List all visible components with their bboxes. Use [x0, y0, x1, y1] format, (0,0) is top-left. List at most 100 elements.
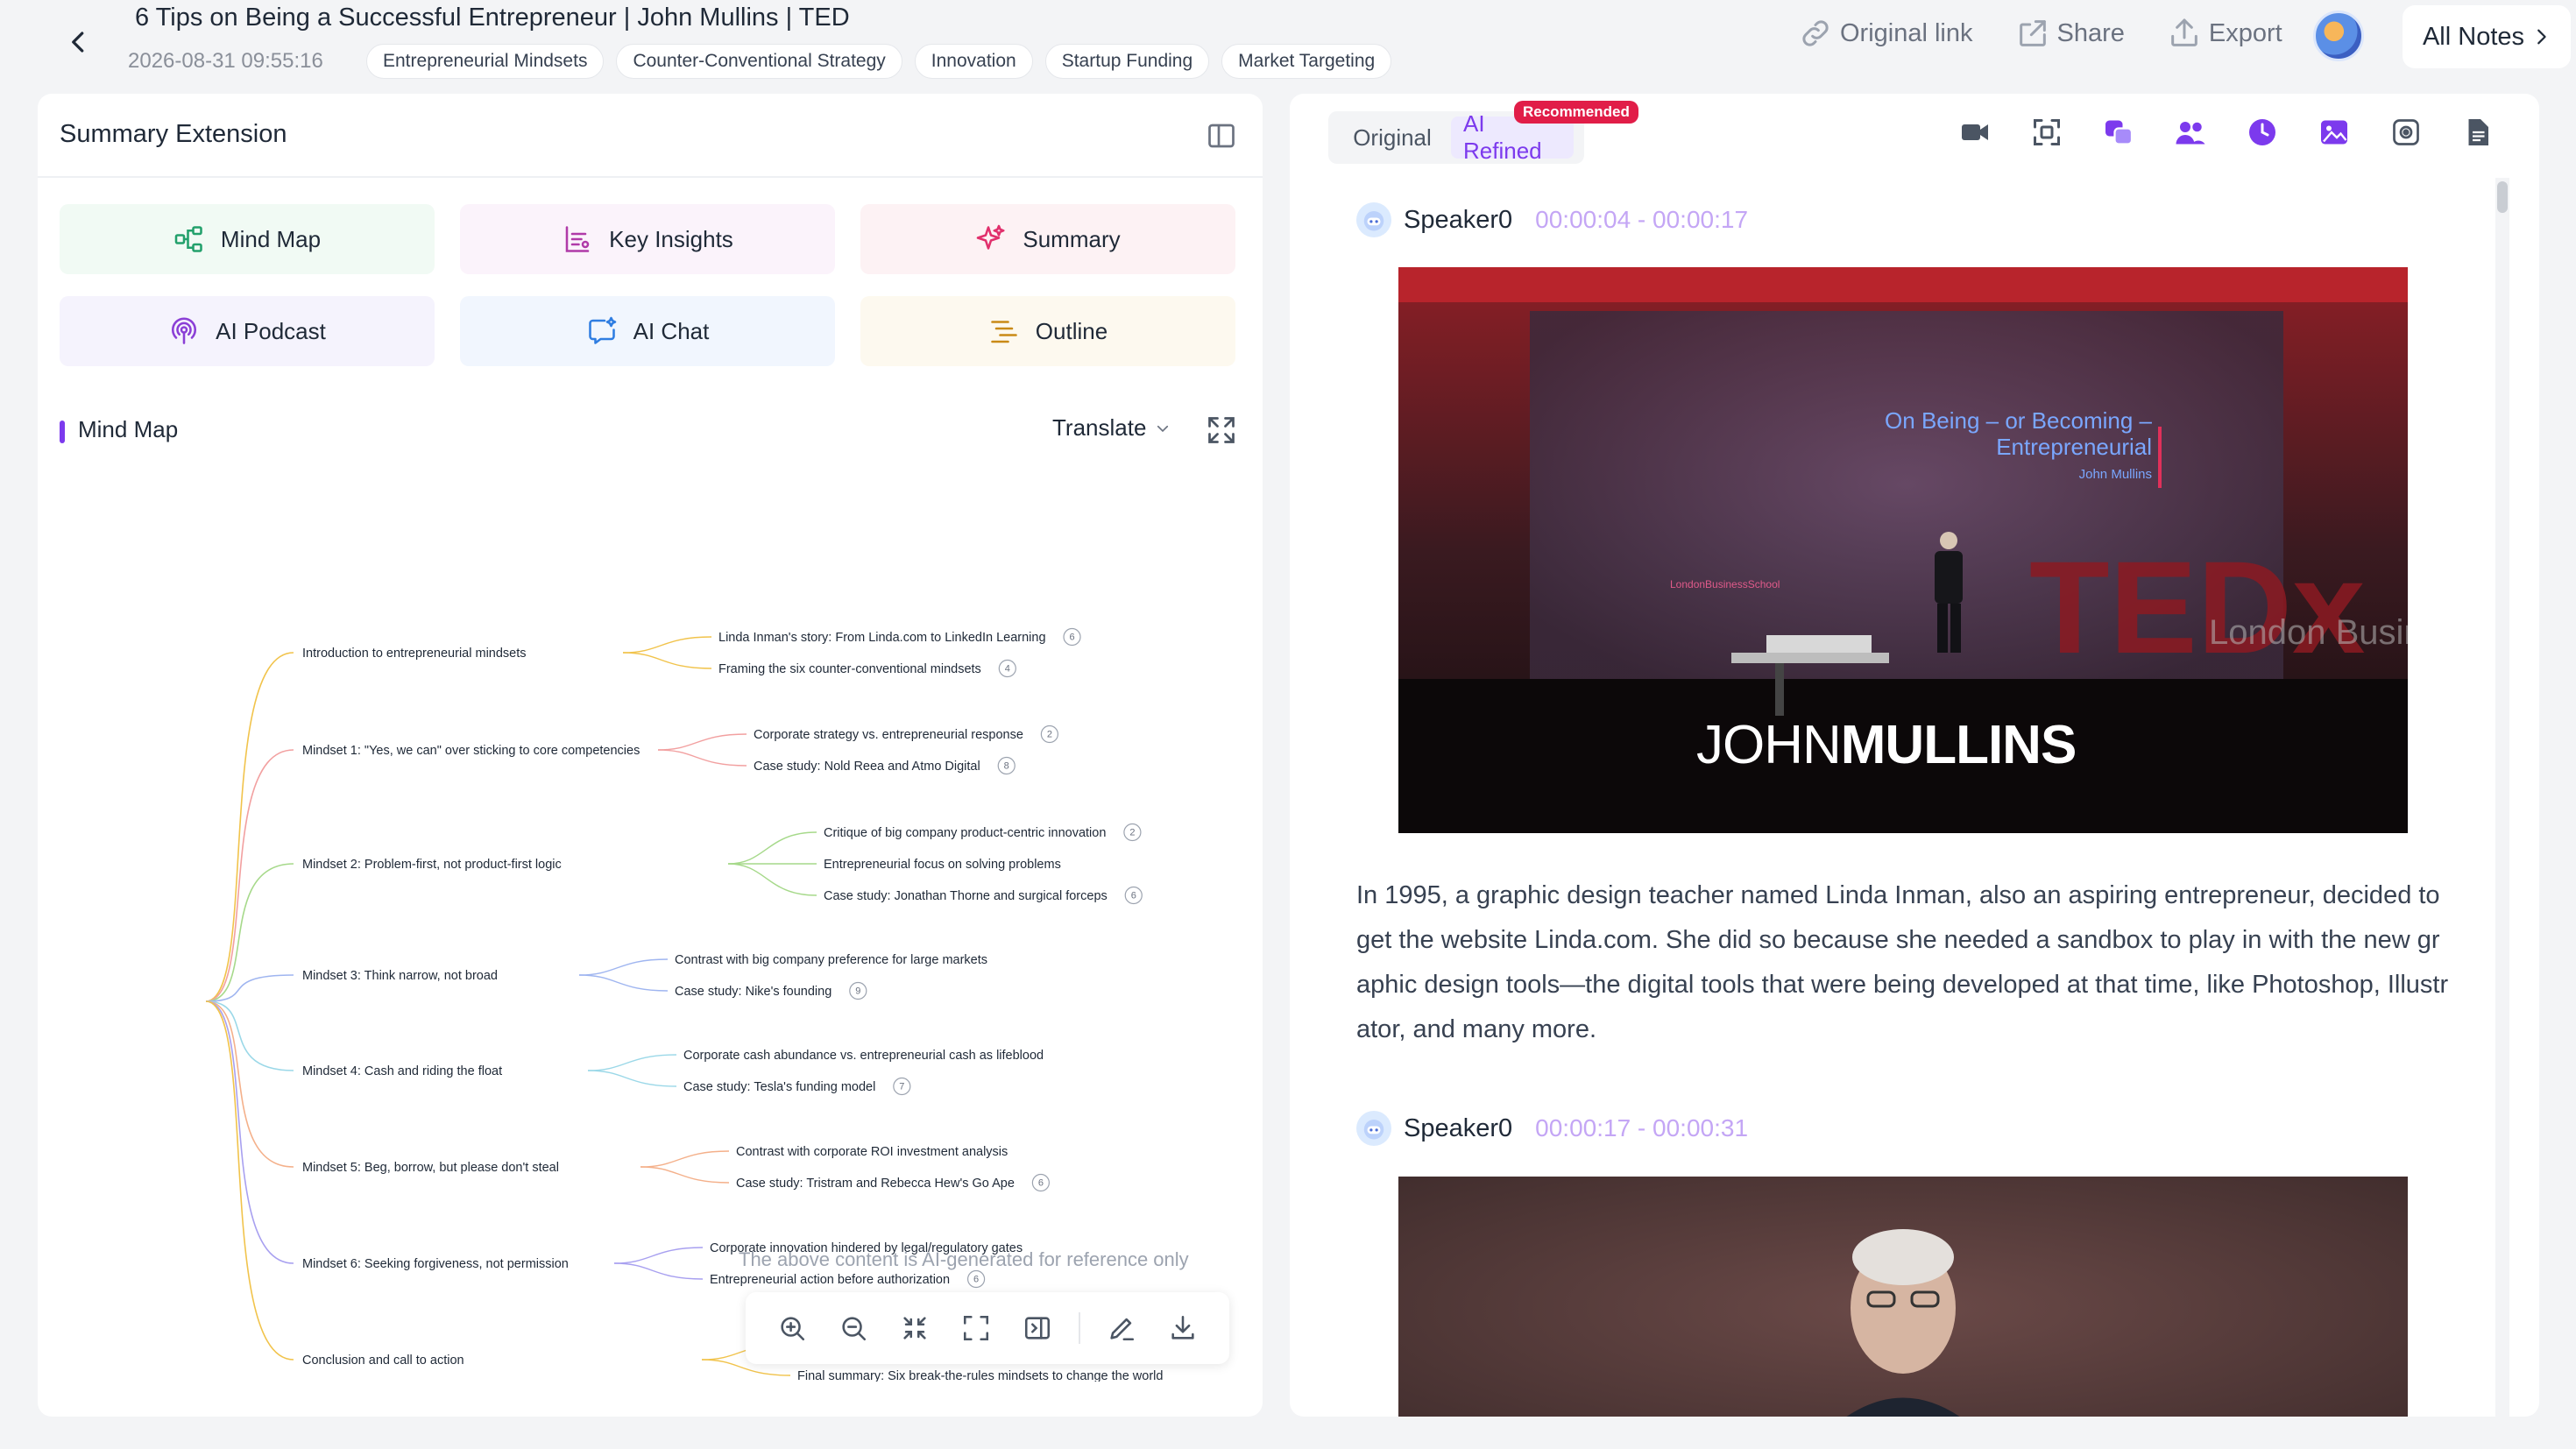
zoom-out-button[interactable]	[823, 1297, 884, 1359]
mind-map-branch[interactable]: Conclusion and call to action	[302, 1354, 464, 1368]
speakers-button[interactable]	[2173, 115, 2208, 150]
edit-button[interactable]	[1091, 1297, 1152, 1359]
tag-chip[interactable]: Startup Funding	[1044, 44, 1210, 79]
transcript-paragraph[interactable]: In 1995, a graphic design teacher named …	[1356, 873, 2452, 1052]
share-label: Share	[2056, 18, 2125, 47]
mind-map-count-badge: 2	[1123, 823, 1142, 842]
zoom-in-button[interactable]	[761, 1297, 823, 1359]
document-button[interactable]	[2460, 115, 2495, 150]
mind-map-branch[interactable]: Mindset 4: Cash and riding the float	[302, 1064, 502, 1078]
mind-map-connector	[622, 636, 712, 654]
mind-map-branch[interactable]: Mindset 5: Beg, borrow, but please don't…	[302, 1161, 559, 1175]
back-button[interactable]	[53, 16, 105, 68]
translate-bubbles-icon	[2105, 120, 2134, 145]
link-icon	[1802, 20, 1829, 46]
mind-map-button[interactable]: Mind Map	[60, 204, 435, 274]
svg-text:8: 8	[1004, 761, 1009, 772]
mind-map-node[interactable]: Corporate strategy vs. entrepreneurial r…	[754, 728, 1023, 742]
original-link-button[interactable]: Original link	[1798, 16, 1973, 51]
fit-view-icon	[963, 1315, 989, 1341]
mind-map-count-badge: 7	[893, 1077, 911, 1096]
video-frame[interactable]: TEDx London Business School LondonBusine…	[1398, 267, 2408, 833]
mind-map-node[interactable]: Critique of big company product-centric …	[824, 826, 1106, 840]
video-frame[interactable]	[1398, 1177, 2408, 1417]
tab-original[interactable]: Original	[1334, 117, 1451, 159]
export-button[interactable]: Export	[2167, 16, 2282, 51]
mind-map-root-connector	[205, 1000, 294, 1168]
svg-text:2: 2	[1129, 828, 1135, 838]
svg-text:6: 6	[1069, 633, 1074, 643]
outline-button[interactable]: Outline	[860, 296, 1235, 366]
share-button[interactable]: Share	[2015, 16, 2125, 51]
mind-map-toolbar	[746, 1292, 1229, 1364]
fullscreen-icon[interactable]	[1206, 414, 1237, 446]
fit-view-button[interactable]	[945, 1297, 1007, 1359]
export-label: Export	[2208, 18, 2282, 47]
key-insights-button[interactable]: Key Insights	[460, 204, 835, 274]
user-avatar[interactable]	[2313, 11, 2364, 61]
slide-title: On Being – or Becoming – Entrepreneurial	[1885, 407, 2152, 460]
video-button[interactable]	[1957, 115, 1992, 150]
summary-button[interactable]: Summary	[860, 204, 1235, 274]
mind-map-connector	[657, 749, 747, 767]
tag-chip[interactable]: Innovation	[914, 44, 1033, 79]
sparkle-icon	[977, 224, 1005, 250]
panel-title: Summary Extension	[60, 120, 287, 148]
mind-map-connector	[613, 1262, 704, 1280]
all-notes-button[interactable]: All Notes	[2403, 5, 2571, 68]
mind-map-node[interactable]: Corporate cash abundance vs. entrepreneu…	[683, 1049, 1044, 1063]
ai-chat-button[interactable]: AI Chat	[460, 296, 835, 366]
segment-timestamp[interactable]: 00:00:17 - 00:00:31	[1535, 1114, 1748, 1142]
mind-map-node[interactable]: Entrepreneurial action before authorizat…	[710, 1273, 950, 1287]
mind-map-branch[interactable]: Mindset 6: Seeking forgiveness, not perm…	[302, 1257, 569, 1271]
tag-chip[interactable]: Market Targeting	[1221, 44, 1392, 79]
lbs-logo-text: LondonBusinessSchool	[1670, 578, 1780, 590]
toggle-panel-button[interactable]	[1007, 1297, 1068, 1359]
tag-chip[interactable]: Entrepreneurial Mindsets	[366, 44, 605, 79]
download-button[interactable]	[1152, 1297, 1214, 1359]
ai-camera-button[interactable]	[2388, 115, 2424, 150]
users-icon	[2176, 122, 2205, 145]
mind-map-node[interactable]: Contrast with corporate ROI investment a…	[736, 1145, 1008, 1159]
image-icon	[2321, 120, 2347, 145]
mind-map-node[interactable]: Case study: Nike's founding	[675, 985, 832, 999]
sidebar-toggle-icon[interactable]	[1206, 120, 1237, 152]
screenshot-icon	[2034, 119, 2060, 145]
mind-map-node[interactable]: Contrast with big company preference for…	[675, 953, 987, 967]
speaker-avatar	[1356, 1111, 1391, 1146]
timestamp-button[interactable]	[2245, 115, 2280, 150]
mind-map-node[interactable]: Case study: Tesla's funding model	[683, 1080, 875, 1094]
mind-map-node[interactable]: Case study: Nold Reea and Atmo Digital	[754, 760, 980, 774]
translate-button[interactable]	[2101, 115, 2136, 150]
video-caption: JOHNMULLINS	[1696, 714, 2077, 776]
mind-map-node[interactable]: Final summary: Six break-the-rules minds…	[797, 1369, 1163, 1382]
segment-timestamp[interactable]: 00:00:04 - 00:00:17	[1535, 206, 1748, 234]
mind-map-count-badge: 4	[998, 659, 1016, 678]
tag-chip[interactable]: Counter-Conventional Strategy	[616, 44, 902, 79]
key-insights-icon	[565, 226, 590, 252]
collapse-button[interactable]	[884, 1297, 945, 1359]
mind-map-branch[interactable]: Mindset 3: Think narrow, not broad	[302, 969, 498, 983]
ai-podcast-button[interactable]: AI Podcast	[60, 296, 435, 366]
mind-map-count-badge: 6	[1063, 627, 1081, 647]
mind-map-node[interactable]: Entrepreneurial focus on solving problem…	[824, 858, 1061, 872]
caption-last-name: MULLINS	[1840, 715, 2077, 775]
mind-map-connector	[657, 733, 747, 751]
speaker-closeup-image	[1398, 1177, 2408, 1417]
mind-map-node[interactable]: Case study: Jonathan Thorne and surgical…	[824, 889, 1108, 903]
side-panel-icon	[1024, 1317, 1051, 1339]
mind-map-branch[interactable]: Introduction to entrepreneurial mindsets	[302, 647, 527, 661]
mind-map-node[interactable]: Framing the six counter-conventional min…	[718, 662, 981, 676]
mind-map-branch[interactable]: Mindset 2: Problem-first, not product-fi…	[302, 858, 562, 872]
scrollbar-thumb[interactable]	[2497, 181, 2508, 213]
mind-map-branch[interactable]: Mindset 1: "Yes, we can" over sticking t…	[302, 744, 640, 758]
chevron-down-icon	[1157, 425, 1169, 432]
image-button[interactable]	[2317, 115, 2352, 150]
mind-map-node[interactable]: Case study: Tristram and Rebecca Hew's G…	[736, 1177, 1015, 1191]
screenshot-button[interactable]	[2029, 115, 2064, 150]
mind-map-node[interactable]: Linda Inman's story: From Linda.com to L…	[718, 631, 1046, 645]
mind-map-count-badge: 9	[849, 981, 867, 1000]
document-icon	[2468, 119, 2488, 145]
scrollbar-track[interactable]	[2495, 178, 2509, 1417]
translate-dropdown[interactable]: Translate	[1052, 414, 1171, 442]
